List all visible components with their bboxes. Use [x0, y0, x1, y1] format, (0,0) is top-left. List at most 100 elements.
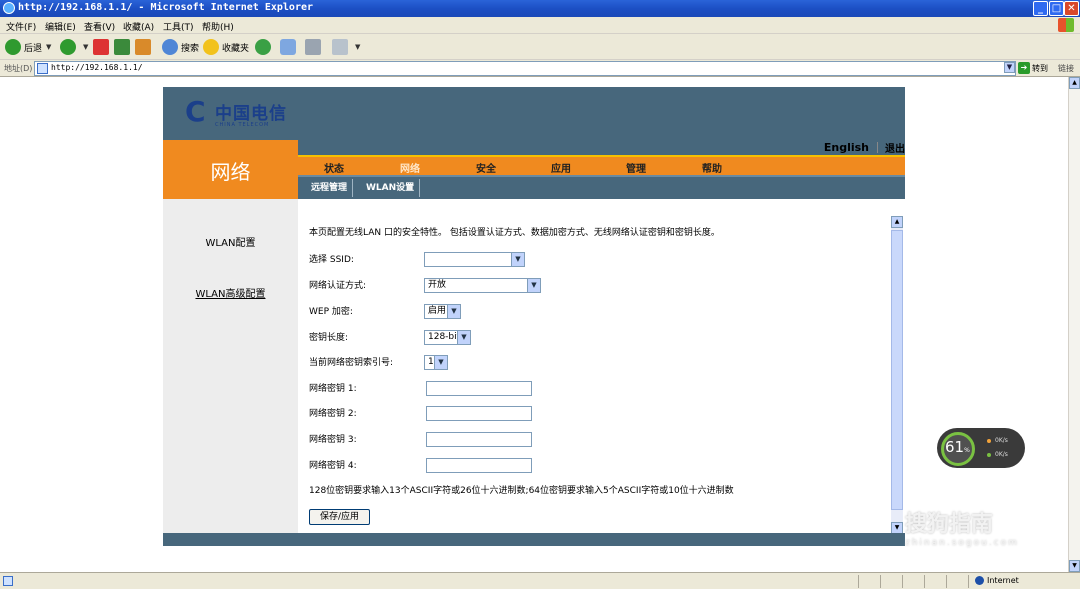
watermark-sub: zhinan.sogou.com [905, 538, 1019, 548]
sidebar-item-wlan-advanced[interactable]: WLAN高级配置 [163, 285, 298, 300]
globe-icon [975, 576, 984, 585]
key4-label: 网络密钥 4: [309, 461, 357, 471]
scroll-up-icon[interactable]: ▲ [891, 216, 903, 228]
status-cell [968, 575, 969, 588]
refresh-button[interactable] [114, 38, 133, 56]
wep-label: WEP 加密: [309, 307, 353, 317]
key4-input[interactable] [426, 458, 532, 473]
chevron-down-icon: ▼ [457, 331, 470, 344]
key-index-select[interactable]: 1 ▼ [424, 355, 448, 370]
go-button[interactable]: ➔ 转到 [1018, 62, 1048, 74]
edit-icon [332, 39, 348, 55]
download-dot-icon [987, 453, 991, 457]
top-links-bar: English 退出 [298, 140, 905, 155]
scroll-down-icon[interactable]: ▼ [1069, 560, 1080, 572]
english-link[interactable]: English [824, 141, 869, 154]
mail-button[interactable] [280, 38, 299, 56]
sidebar-item-wlan-config[interactable]: WLAN配置 [163, 234, 298, 249]
key1-input[interactable] [426, 381, 532, 396]
status-cell [924, 575, 925, 588]
sidebar: WLAN配置 WLAN高级配置 [163, 199, 298, 533]
nav-security[interactable]: 安全 [476, 160, 496, 175]
zone-label: Internet [987, 576, 1019, 585]
content-scrollbar[interactable]: ▲ ▼ [891, 216, 903, 534]
key-requirement-note: 128位密钥要求输入13个ASCII字符或26位十六进制数;64位密钥要求输入5… [309, 486, 734, 496]
search-icon [162, 39, 178, 55]
print-button[interactable] [305, 38, 324, 56]
router-footer [163, 533, 905, 546]
go-arrow-icon: ➔ [1018, 62, 1030, 74]
history-button[interactable] [255, 38, 274, 56]
go-label: 转到 [1032, 63, 1048, 73]
key-index-value: 1 [428, 357, 434, 367]
chevron-down-icon: ▼ [355, 43, 361, 51]
auth-mode-value: 开放 [428, 280, 447, 290]
menu-favorites[interactable]: 收藏(A) [123, 20, 154, 33]
sogou-watermark: 搜狗指南 zhinan.sogou.com [905, 506, 1017, 548]
address-bar: 地址(D) http://192.168.1.1/ ▼ ➔ 转到 链接 [0, 60, 1080, 77]
address-dropdown-icon[interactable]: ▼ [1004, 62, 1015, 73]
key3-label: 网络密钥 3: [309, 435, 357, 445]
maximize-button[interactable]: □ [1049, 1, 1064, 16]
search-label: 搜索 [181, 43, 200, 54]
watermark-main: 搜狗指南 [905, 512, 994, 537]
auth-mode-select[interactable]: 开放 ▼ [424, 278, 541, 293]
scroll-up-icon[interactable]: ▲ [1069, 77, 1080, 89]
nav-status[interactable]: 状态 [324, 160, 344, 175]
page-status-icon [3, 576, 13, 586]
forward-button[interactable]: ▼ [60, 38, 88, 56]
wep-select[interactable]: 启用 ▼ [424, 304, 461, 319]
subnav-wlan-settings[interactable]: WLAN设置 [361, 179, 421, 197]
menu-view[interactable]: 查看(V) [84, 20, 115, 33]
stop-icon [93, 39, 109, 55]
download-speed: 0K/s [995, 451, 1008, 458]
sub-nav: 远程管理 WLAN设置 [298, 175, 905, 199]
page-icon [37, 63, 48, 74]
favorites-label: 收藏夹 [222, 43, 250, 54]
key-length-select[interactable]: 128-bit ▼ [424, 330, 471, 345]
menu-edit[interactable]: 编辑(E) [45, 20, 76, 33]
favorites-button[interactable]: 收藏夹 [203, 38, 249, 56]
stop-button[interactable] [93, 38, 112, 56]
section-title-box: 网络 [163, 140, 298, 199]
back-label: 后退 [24, 43, 43, 54]
ssid-label: 选择 SSID: [309, 255, 354, 265]
menu-tools[interactable]: 工具(T) [163, 20, 194, 33]
star-icon [203, 39, 219, 55]
subnav-remote-management[interactable]: 远程管理 [306, 179, 354, 197]
links-button[interactable]: 链接 [1058, 63, 1074, 74]
menu-file[interactable]: 文件(F) [6, 20, 36, 33]
router-header: C 中国电信 CHINA TELECOM [163, 87, 905, 140]
nav-network[interactable]: 网络 [400, 160, 420, 175]
address-url: http://192.168.1.1/ [51, 63, 143, 72]
menu-help[interactable]: 帮助(H) [202, 20, 234, 33]
security-zone: Internet [975, 576, 1019, 585]
mail-icon [280, 39, 296, 55]
save-apply-button[interactable]: 保存/应用 [309, 509, 370, 525]
scrollbar-thumb[interactable] [891, 230, 903, 510]
browser-scrollbar[interactable]: ▲ ▼ [1068, 77, 1080, 572]
home-button[interactable] [135, 38, 154, 56]
network-speed-widget[interactable]: 61% 0K/s 0K/s [937, 428, 1025, 468]
chevron-down-icon: ▼ [434, 356, 447, 369]
nav-help[interactable]: 帮助 [702, 160, 722, 175]
router-admin-page: C 中国电信 CHINA TELECOM 网络 English 退出 状态 网络… [163, 87, 905, 546]
window-title-bar: http://192.168.1.1/ - Microsoft Internet… [0, 0, 1080, 17]
print-icon [305, 39, 321, 55]
ssid-select[interactable]: ▼ [424, 252, 525, 267]
close-button[interactable]: ✕ [1064, 1, 1079, 16]
logout-link[interactable]: 退出 [885, 140, 905, 155]
key2-input[interactable] [426, 406, 532, 421]
edit-button[interactable]: ▼ [332, 38, 360, 56]
upload-dot-icon [987, 439, 991, 443]
nav-application[interactable]: 应用 [551, 160, 571, 175]
back-button[interactable]: 后退 ▼ [5, 38, 51, 56]
key1-label: 网络密钥 1: [309, 384, 357, 394]
back-arrow-icon [5, 39, 21, 55]
nav-management[interactable]: 管理 [626, 160, 646, 175]
key3-input[interactable] [426, 432, 532, 447]
search-button[interactable]: 搜索 [162, 38, 199, 56]
minimize-button[interactable]: _ [1033, 1, 1048, 16]
address-input[interactable]: http://192.168.1.1/ [34, 61, 1016, 76]
key-index-label: 当前网络密钥索引号: [309, 358, 394, 368]
